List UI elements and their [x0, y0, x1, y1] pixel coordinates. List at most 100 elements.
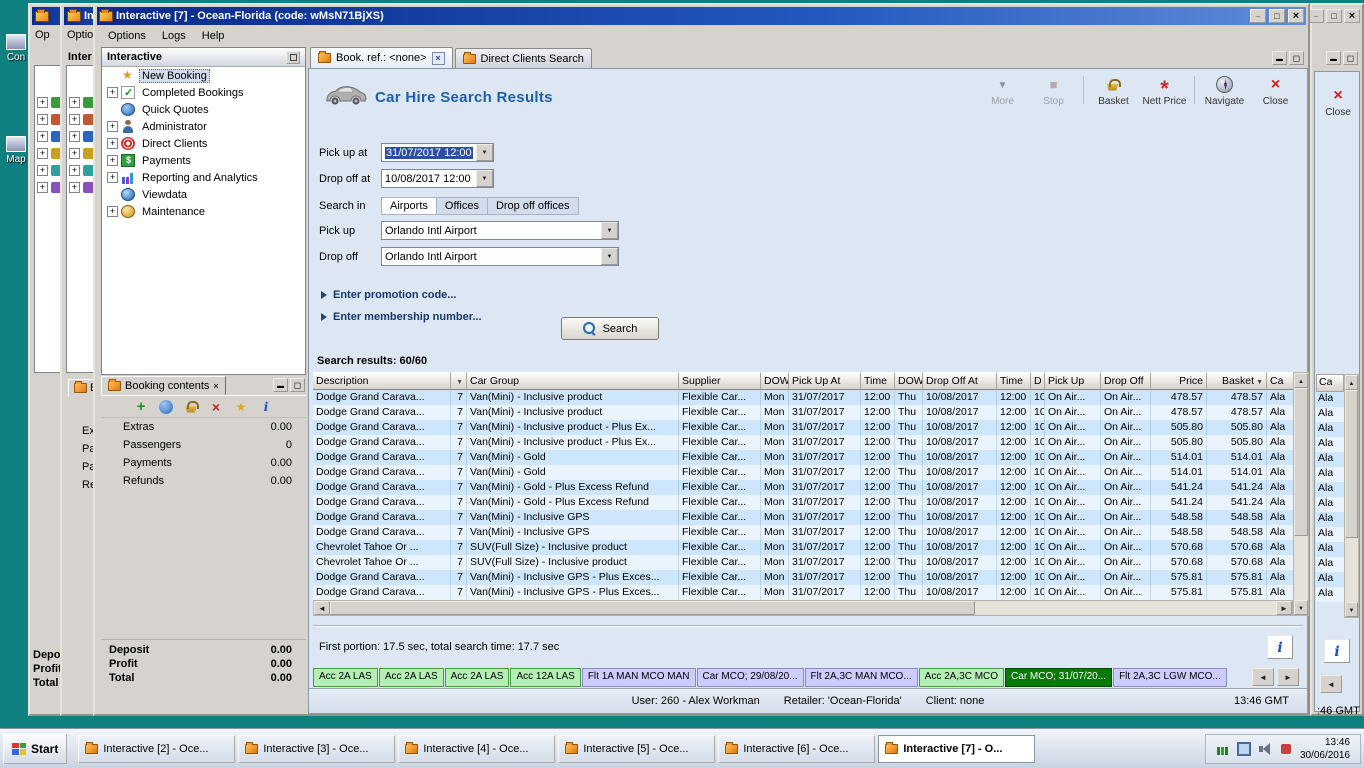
table-row[interactable]: Dodge Grand Carava... 7 Van(Mini) - Inclus…	[313, 390, 1293, 405]
column-header-supplier[interactable]: Supplier	[679, 372, 761, 390]
close-button[interactable]: Close	[1252, 73, 1299, 107]
expand-icon[interactable]: +	[107, 87, 118, 98]
menu-item-options[interactable]: Options	[100, 28, 154, 44]
dropdown-arrow-icon[interactable]	[476, 170, 493, 187]
tab-close-icon[interactable]: ×	[431, 51, 445, 65]
column-header-fragment[interactable]: Ca	[1316, 374, 1344, 392]
expand-icon[interactable]: +	[69, 131, 80, 142]
scroll-right-icon[interactable]	[1276, 601, 1292, 615]
table-row[interactable]: Dodge Grand Carava... 7 Van(Mini) - Gold -…	[313, 480, 1293, 495]
column-header-drop-off[interactable]: Drop Off	[1101, 372, 1151, 390]
expand-icon[interactable]: +	[69, 182, 80, 193]
tree-item-reporting-and-analytics[interactable]: + Reporting and Analytics	[102, 169, 305, 186]
scroll-thumb[interactable]	[330, 601, 975, 615]
horizontal-scrollbar[interactable]	[313, 600, 1293, 616]
expand-icon[interactable]: +	[107, 172, 118, 183]
tab-close-icon[interactable]: ×	[213, 381, 218, 391]
tree-item-direct-clients[interactable]: + Direct Clients	[102, 135, 305, 152]
table-row[interactable]: Dodge Grand Carava... 7 Van(Mini) - Inclus…	[313, 420, 1293, 435]
expand-icon[interactable]: +	[107, 206, 118, 217]
expand-icon[interactable]: +	[37, 182, 48, 193]
membership-number-link[interactable]: Enter membership number...	[321, 311, 482, 323]
basket-button[interactable]: Basket	[1090, 73, 1137, 107]
vertical-scrollbar[interactable]	[1293, 372, 1309, 616]
column-header-pick-up[interactable]: Pick Up	[1045, 372, 1101, 390]
desktop-icon-map[interactable]: Map	[1, 136, 31, 165]
scroll-left-button[interactable]	[1252, 668, 1274, 686]
column-header-car-group[interactable]: Car Group	[467, 372, 679, 390]
dropdown-arrow-icon[interactable]	[601, 248, 618, 265]
column-header-dow[interactable]: DOW	[895, 372, 923, 390]
session-tab-acc-2a-las[interactable]: Acc 2A LAS	[378, 668, 444, 687]
table-row[interactable]: Dodge Grand Carava... 7 Van(Mini) - Inclus…	[313, 585, 1293, 600]
table-row[interactable]: Dodge Grand Carava... 7 Van(Mini) - Inclus…	[313, 570, 1293, 585]
restore-icon[interactable]	[1343, 51, 1358, 65]
expand-icon[interactable]: +	[37, 114, 48, 125]
close-button[interactable]	[1344, 9, 1360, 23]
taskbar-button-interactive-2-oce[interactable]: Interactive [2] - Oce...	[78, 734, 236, 763]
scroll-down-icon[interactable]	[1294, 600, 1308, 615]
scroll-up-icon[interactable]	[1345, 375, 1358, 390]
tree-item-quick-quotes[interactable]: Quick Quotes	[102, 101, 305, 118]
scroll-thumb[interactable]	[1345, 390, 1358, 538]
session-tab-car-mco-29-08-20[interactable]: Car MCO; 29/08/20...	[696, 668, 804, 687]
expand-icon[interactable]: +	[37, 131, 48, 142]
pin-panel-button[interactable]	[286, 50, 300, 64]
menu-fragment[interactable]: Op	[35, 29, 50, 41]
document-tab-direct-clients-search[interactable]: Direct Clients Search	[454, 48, 592, 68]
promotion-code-link[interactable]: Enter promotion code...	[321, 289, 456, 301]
session-tab-acc-2a-3c-mco[interactable]: Acc 2A,3C MCO	[918, 668, 1005, 687]
session-tab-flt-1a-man-mco-man[interactable]: Flt 1A MAN MCO MAN	[581, 668, 696, 687]
tree-item-payments[interactable]: + Payments	[102, 152, 305, 169]
collapse-icon[interactable]	[1326, 51, 1341, 65]
scroll-down-icon[interactable]	[1345, 602, 1358, 617]
taskbar-button-interactive-7-o[interactable]: Interactive [7] - O...	[878, 734, 1036, 763]
column-header-drop-off-at[interactable]: Drop Off At	[923, 372, 997, 390]
taskbar-button-interactive-3-oce[interactable]: Interactive [3] - Oce...	[238, 734, 396, 763]
column-header-description[interactable]: Description	[313, 372, 451, 390]
table-row[interactable]: Dodge Grand Carava... 7 Van(Mini) - Inclus…	[313, 405, 1293, 420]
session-tab-acc-2a-las[interactable]: Acc 2A LAS	[313, 668, 378, 687]
menu-item-help[interactable]: Help	[194, 28, 233, 44]
scroll-thumb[interactable]	[1294, 388, 1308, 536]
collapse-icon[interactable]	[1272, 51, 1287, 65]
table-row[interactable]: Dodge Grand Carava... 7 Van(Mini) - Gold -…	[313, 495, 1293, 510]
navigate-button[interactable]: Navigate	[1201, 73, 1248, 107]
minimize-button[interactable]	[1308, 9, 1324, 23]
expand-icon[interactable]: +	[37, 148, 48, 159]
expand-icon[interactable]: +	[107, 121, 118, 132]
column-header-d[interactable]: D	[1031, 372, 1045, 390]
add-icon[interactable]	[134, 400, 148, 414]
chart-icon[interactable]	[1216, 742, 1230, 756]
menu-item-logs[interactable]: Logs	[154, 28, 194, 44]
search-in-option-airports[interactable]: Airports	[381, 197, 437, 215]
close-button[interactable]	[1288, 9, 1304, 23]
scroll-left-button[interactable]	[1320, 675, 1342, 693]
expand-icon[interactable]: +	[69, 148, 80, 159]
tree-item-completed-bookings[interactable]: + Completed Bookings	[102, 84, 305, 101]
scroll-up-icon[interactable]	[1294, 373, 1308, 388]
dropoff-combobox[interactable]: Orlando Intl Airport	[381, 247, 619, 266]
table-row[interactable]: Chevrolet Tahoe Or ... 7 SUV(Full Size) - …	[313, 555, 1293, 570]
taskbar-button-interactive-4-oce[interactable]: Interactive [4] - Oce...	[398, 734, 556, 763]
pickup-at-combobox[interactable]: 31/07/2017 12:00	[381, 143, 494, 162]
table-row[interactable]: Dodge Grand Carava... 7 Van(Mini) - Inclus…	[313, 435, 1293, 450]
dropoff-at-combobox[interactable]: 10/08/2017 12:00	[381, 169, 494, 188]
start-button[interactable]: Start	[3, 733, 68, 764]
search-in-option-offices[interactable]: Offices	[436, 197, 488, 215]
expand-icon[interactable]: +	[107, 155, 118, 166]
column-header-pick-up-at[interactable]: Pick Up At	[789, 372, 861, 390]
column-header-time[interactable]: Time	[997, 372, 1031, 390]
delete-icon[interactable]	[209, 400, 223, 414]
session-tab-flt-2a-3c-man-mco[interactable]: Flt 2A,3C MAN MCO...	[804, 668, 918, 687]
taskbar-clock[interactable]: 13:46 30/06/2016	[1300, 736, 1350, 762]
nett-price-button[interactable]: Nett Price	[1141, 73, 1188, 107]
column-header-time[interactable]: Time	[861, 372, 895, 390]
expand-icon[interactable]: +	[37, 97, 48, 108]
volume-icon[interactable]	[1258, 742, 1272, 756]
session-tab-flt-2a-3c-lgw-mco[interactable]: Flt 2A,3C LGW MCO...	[1113, 668, 1227, 687]
expand-icon[interactable]: +	[37, 165, 48, 176]
basket-icon[interactable]	[184, 400, 199, 414]
expand-icon[interactable]: +	[107, 138, 118, 149]
table-row[interactable]: Dodge Grand Carava... 7 Van(Mini) - Gold Fl…	[313, 465, 1293, 480]
